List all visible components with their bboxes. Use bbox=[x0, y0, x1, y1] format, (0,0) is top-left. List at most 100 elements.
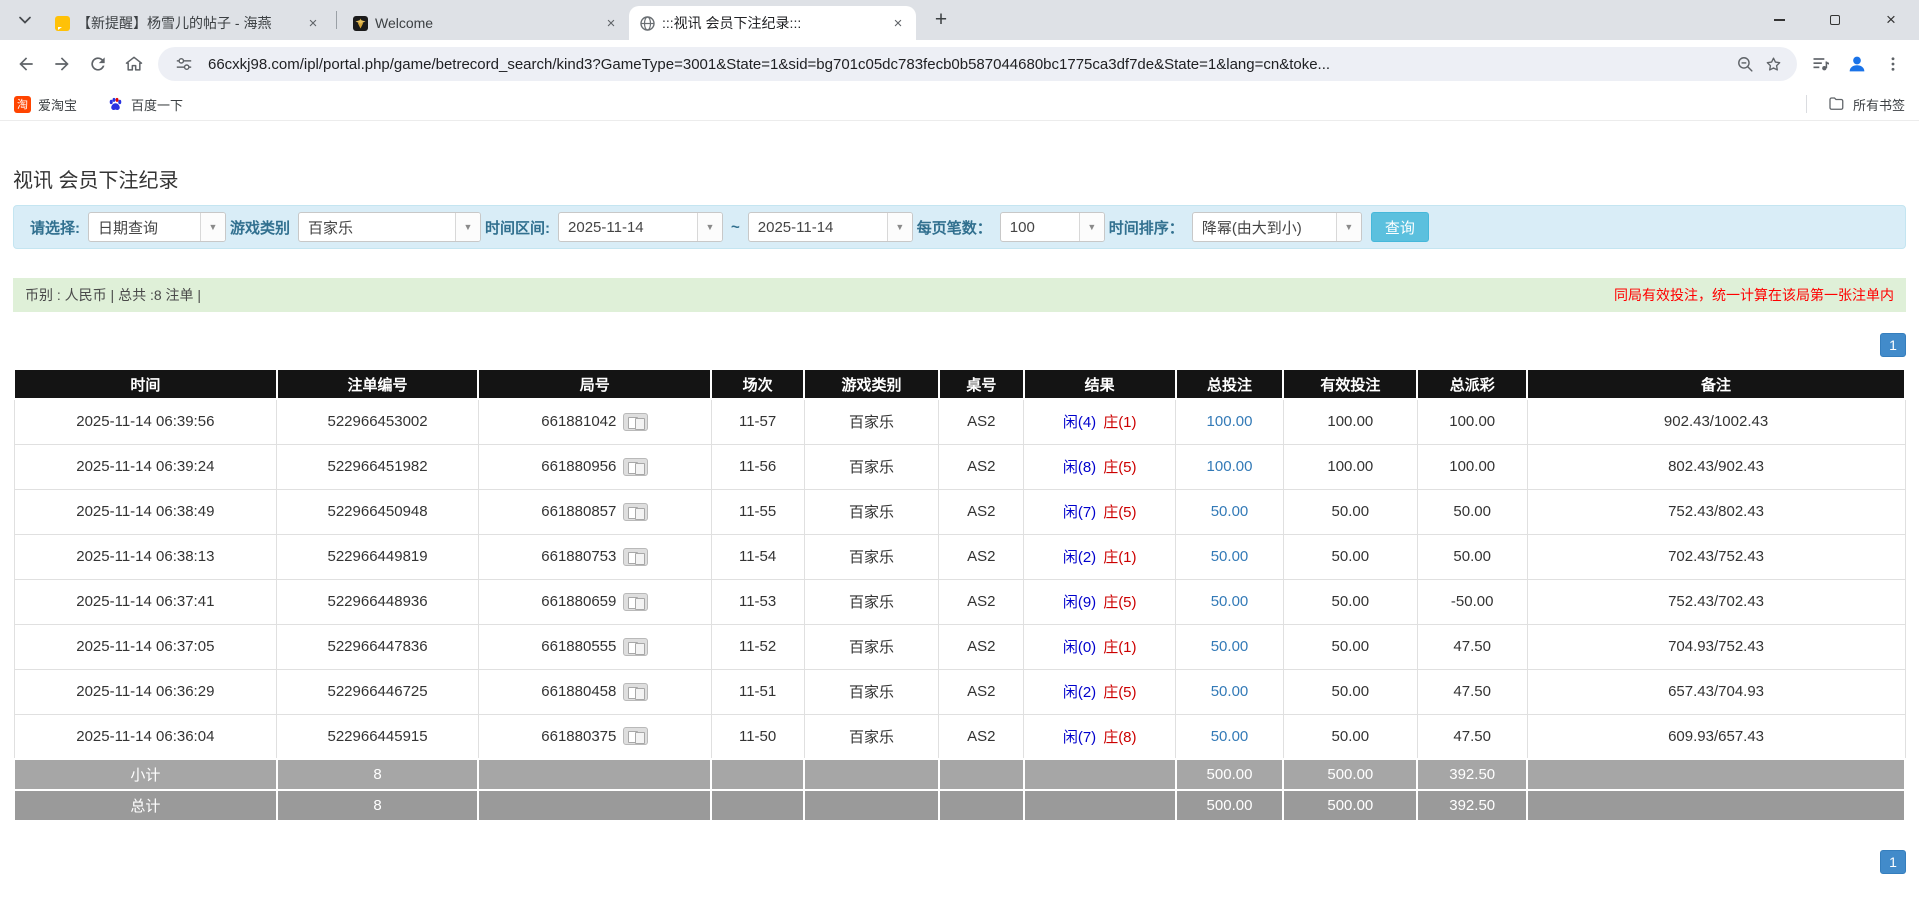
tab-title: 【新提醒】杨雪儿的帖子 - 海燕 bbox=[77, 15, 272, 31]
chevron-down-icon[interactable]: ▼ bbox=[697, 213, 723, 241]
result-banker[interactable]: 庄(5) bbox=[1103, 459, 1136, 476]
globe-favicon-icon bbox=[639, 15, 656, 32]
cell-remark: 704.93/752.43 bbox=[1526, 623, 1906, 670]
tab-close-icon[interactable]: × bbox=[601, 13, 621, 33]
col-payout: 总派彩 bbox=[1416, 368, 1529, 400]
zoom-indicator-icon[interactable] bbox=[1731, 50, 1759, 78]
search-button[interactable]: 查询 bbox=[1370, 212, 1429, 242]
result-player[interactable]: 闲(7) bbox=[1063, 504, 1096, 521]
tab-search-chevron-icon[interactable] bbox=[10, 5, 40, 35]
page-size-select[interactable]: 100 ▼ bbox=[999, 212, 1105, 242]
tab-bet-records-active[interactable]: :::视讯 会员下注纪录::: × bbox=[629, 6, 916, 40]
chevron-down-icon[interactable]: ▼ bbox=[886, 213, 912, 241]
chevron-down-icon[interactable]: ▼ bbox=[1335, 213, 1361, 241]
site-info-icon[interactable] bbox=[170, 50, 198, 78]
all-bookmarks[interactable]: 所有书签 bbox=[1805, 95, 1905, 114]
bookmark-star-icon[interactable] bbox=[1759, 50, 1787, 78]
taobao-icon: 淘 bbox=[14, 95, 31, 113]
game-type-select[interactable]: 百家乐 ▼ bbox=[298, 212, 482, 242]
reload-icon[interactable] bbox=[80, 46, 116, 82]
result-player[interactable]: 闲(2) bbox=[1063, 549, 1096, 566]
cell-valid-bet: 50.00 bbox=[1282, 713, 1418, 760]
back-icon[interactable] bbox=[8, 46, 44, 82]
cell-remark: 902.43/1002.43 bbox=[1526, 398, 1906, 445]
date-from-select[interactable]: 2025-11-14 ▼ bbox=[558, 212, 724, 242]
result-banker[interactable]: 庄(1) bbox=[1103, 414, 1136, 431]
cell-valid-bet: 100.00 bbox=[1282, 443, 1418, 490]
total-bet-link[interactable]: 50.00 bbox=[1211, 503, 1249, 520]
cell-table-no: AS2 bbox=[938, 488, 1025, 535]
cell-valid-bet: 50.00 bbox=[1282, 623, 1418, 670]
home-icon[interactable] bbox=[116, 46, 152, 82]
page-1-button[interactable]: 1 bbox=[1880, 850, 1906, 874]
forward-icon[interactable] bbox=[44, 46, 80, 82]
query-type-select[interactable]: 日期查询 ▼ bbox=[88, 212, 226, 242]
tab-forum-post[interactable]: 【新提醒】杨雪儿的帖子 - 海燕 × bbox=[44, 6, 331, 40]
tab-title: :::视讯 会员下注纪录::: bbox=[662, 15, 802, 31]
bookmark-aitaobao[interactable]: 淘 爱淘宝 bbox=[14, 95, 77, 114]
tab-close-icon[interactable]: × bbox=[303, 13, 323, 33]
bookmark-baidu[interactable]: 百度一下 bbox=[107, 95, 183, 114]
total-bet-link[interactable]: 100.00 bbox=[1207, 458, 1253, 475]
result-player[interactable]: 闲(7) bbox=[1063, 729, 1096, 746]
bookmark-label: 爱淘宝 bbox=[38, 97, 78, 113]
view-cards-icon[interactable] bbox=[623, 547, 649, 566]
result-banker[interactable]: 庄(5) bbox=[1103, 504, 1136, 521]
total-bet-link[interactable]: 50.00 bbox=[1211, 638, 1249, 655]
profile-avatar-icon[interactable] bbox=[1839, 46, 1875, 82]
table-body: 2025-11-14 06:39:56 522966453002 6618810… bbox=[13, 398, 1906, 760]
menu-kebab-icon[interactable] bbox=[1875, 46, 1911, 82]
cell-session: 11-57 bbox=[710, 398, 805, 445]
cell-result: 闲(7) 庄(8) bbox=[1023, 713, 1177, 760]
maximize-button[interactable] bbox=[1807, 0, 1863, 40]
chevron-down-icon[interactable]: ▼ bbox=[200, 213, 225, 241]
cell-bet-id: 522966447836 bbox=[276, 623, 479, 670]
result-banker[interactable]: 庄(5) bbox=[1103, 594, 1136, 611]
result-player[interactable]: 闲(4) bbox=[1063, 414, 1096, 431]
bookmarks-divider bbox=[1805, 95, 1807, 113]
cell-game-type: 百家乐 bbox=[803, 488, 940, 535]
cell-time: 2025-11-14 06:37:41 bbox=[13, 578, 278, 625]
view-cards-icon[interactable] bbox=[623, 682, 649, 701]
media-controls-icon[interactable] bbox=[1803, 46, 1839, 82]
cell-valid-bet: 50.00 bbox=[1282, 668, 1418, 715]
address-bar[interactable]: 66cxkj98.com/ipl/portal.php/game/betreco… bbox=[158, 47, 1797, 81]
cell-payout: 47.50 bbox=[1416, 623, 1528, 670]
result-player[interactable]: 闲(8) bbox=[1063, 459, 1096, 476]
result-player[interactable]: 闲(0) bbox=[1063, 639, 1096, 656]
result-banker[interactable]: 庄(1) bbox=[1103, 549, 1136, 566]
view-cards-icon[interactable] bbox=[623, 502, 649, 521]
view-cards-icon[interactable] bbox=[623, 592, 649, 611]
sort-select[interactable]: 降幂(由大到小) ▼ bbox=[1191, 212, 1362, 242]
minimize-button[interactable] bbox=[1751, 0, 1807, 40]
url-text[interactable]: 66cxkj98.com/ipl/portal.php/game/betreco… bbox=[208, 56, 1721, 73]
total-bet-link[interactable]: 50.00 bbox=[1211, 683, 1249, 700]
tab-close-icon[interactable]: × bbox=[888, 13, 908, 33]
cell-game-type: 百家乐 bbox=[803, 713, 940, 760]
cell-bet-id: 522966446725 bbox=[276, 668, 479, 715]
chevron-down-icon[interactable]: ▼ bbox=[1078, 213, 1104, 241]
total-bet-link[interactable]: 50.00 bbox=[1211, 728, 1249, 745]
view-cards-icon[interactable] bbox=[623, 412, 649, 431]
total-bet-link[interactable]: 50.00 bbox=[1211, 593, 1249, 610]
new-tab-button[interactable]: + bbox=[926, 5, 956, 35]
result-player[interactable]: 闲(9) bbox=[1063, 594, 1096, 611]
view-cards-icon[interactable] bbox=[623, 637, 649, 656]
total-bet-link[interactable]: 100.00 bbox=[1207, 413, 1253, 430]
col-game-type: 游戏类别 bbox=[803, 368, 940, 400]
page-1-button[interactable]: 1 bbox=[1880, 333, 1906, 357]
result-banker[interactable]: 庄(8) bbox=[1103, 729, 1136, 746]
close-window-button[interactable]: × bbox=[1863, 0, 1919, 40]
chevron-down-icon[interactable]: ▼ bbox=[455, 213, 481, 241]
view-cards-icon[interactable] bbox=[623, 727, 649, 746]
date-to-select[interactable]: 2025-11-14 ▼ bbox=[747, 212, 913, 242]
cell-round-id: 661880956 bbox=[477, 443, 712, 490]
result-player[interactable]: 闲(2) bbox=[1063, 684, 1096, 701]
close-icon: × bbox=[1886, 10, 1896, 29]
result-banker[interactable]: 庄(1) bbox=[1103, 639, 1136, 656]
total-bet-link[interactable]: 50.00 bbox=[1211, 548, 1249, 565]
tab-welcome[interactable]: Welcome × bbox=[342, 6, 629, 40]
result-banker[interactable]: 庄(5) bbox=[1103, 684, 1136, 701]
view-cards-icon[interactable] bbox=[623, 457, 649, 476]
cell-payout: 47.50 bbox=[1416, 713, 1528, 760]
